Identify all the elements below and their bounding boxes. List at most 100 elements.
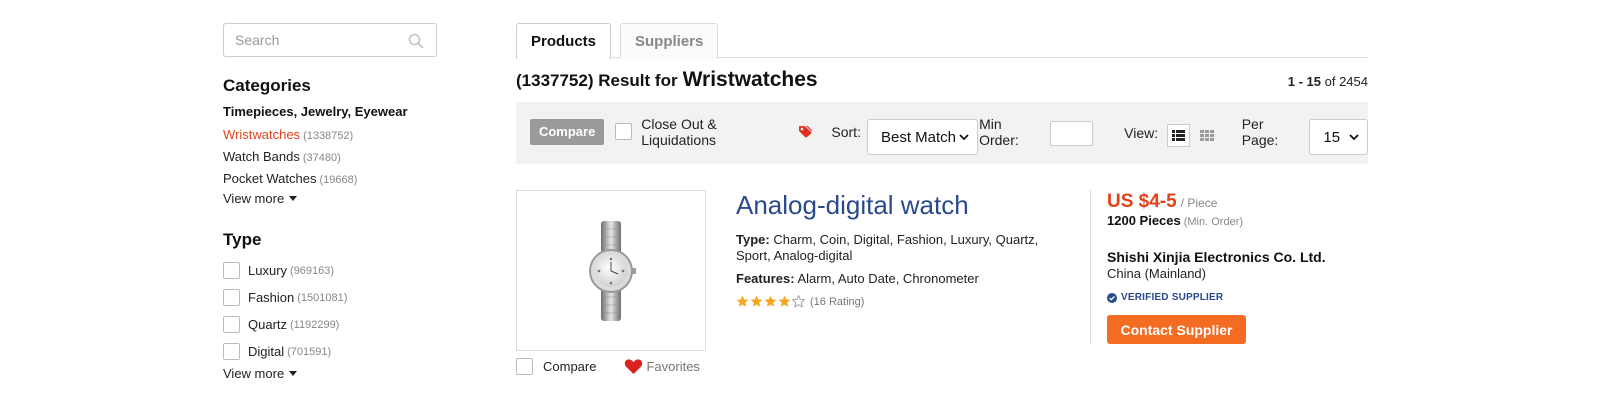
type-filter-digital[interactable]: Digital (701591) — [223, 338, 438, 365]
tab-bar: Products Suppliers — [516, 23, 1368, 59]
heart-icon — [625, 359, 643, 375]
type-checkbox[interactable] — [223, 316, 240, 333]
result-summary: (1337752) Result for Wristwatches 1 - 15 … — [516, 68, 1368, 92]
type-filter-fashion[interactable]: Fashion (1501081) — [223, 284, 438, 311]
pagination-range: 1 - 15 — [1287, 74, 1321, 89]
per-page-value: 15 — [1323, 128, 1341, 146]
category-name: Watch Bands — [223, 149, 300, 164]
category-count: (1338752) — [303, 130, 354, 142]
category-name: Pocket Watches — [223, 171, 317, 186]
min-order-label: Min Order: — [979, 115, 1019, 148]
category-count: (19668) — [319, 174, 358, 186]
pagination-summary: 1 - 15 of 2454 — [1288, 74, 1368, 89]
sidebar: Categories Timepieces, Jewelry, Eyewear … — [223, 23, 438, 383]
min-order-input[interactable] — [1049, 120, 1094, 146]
compare-button[interactable]: Compare — [530, 118, 605, 145]
search-icon[interactable] — [408, 33, 424, 49]
product-compare-checkbox[interactable] — [516, 358, 533, 375]
chevron-down-icon — [959, 134, 969, 141]
min-order-value: 1200 Pieces — [1107, 213, 1181, 228]
caret-down-icon — [289, 196, 298, 201]
view-label: View: — [1124, 124, 1159, 141]
pagination-total: 2454 — [1339, 74, 1368, 89]
star-filled-icon — [750, 295, 763, 307]
verified-supplier-badge: VERIFIED SUPPLIER — [1107, 292, 1368, 303]
type-name: Luxury — [248, 263, 288, 278]
product-features: Features: Alarm, Auto Date, Chronometer — [736, 271, 1066, 287]
type-checkbox[interactable] — [223, 262, 240, 279]
list-view-icon — [1172, 129, 1186, 141]
grid-view-button[interactable] — [1196, 124, 1219, 147]
min-order: 1200 Pieces (Min. Order) — [1107, 213, 1368, 228]
results-toolbar: Compare Close Out & Liquidations Sort: B… — [516, 102, 1368, 164]
type-attr-label: Type: — [736, 232, 770, 247]
product-title[interactable]: Analog-digital watch — [736, 190, 1066, 220]
favorites-button[interactable]: Favorites — [624, 358, 700, 375]
type-view-more[interactable]: View more — [223, 366, 298, 381]
product-compare-label[interactable]: Compare — [543, 359, 596, 374]
per-page-select[interactable]: 15 — [1309, 119, 1368, 155]
favorites-label: Favorites — [646, 359, 700, 374]
type-count: (1501081) — [297, 291, 348, 304]
rating-stars — [736, 295, 806, 308]
star-filled-icon — [778, 295, 791, 307]
type-checkbox[interactable] — [223, 289, 240, 306]
category-item-wristwatches[interactable]: Wristwatches (1338752) — [223, 124, 438, 146]
closeout-filter[interactable]: Close Out & Liquidations — [615, 115, 813, 148]
sort-value: Best Match — [880, 128, 956, 146]
star-filled-icon — [764, 295, 777, 307]
search-input[interactable] — [224, 24, 436, 56]
sort-select[interactable]: Best Match — [866, 119, 979, 155]
type-name: Digital — [248, 344, 285, 359]
verified-label: VERIFIED SUPPLIER — [1121, 292, 1224, 303]
product-price: US $4-5 — [1107, 191, 1177, 212]
product-rating: (16 Rating) — [736, 295, 1066, 308]
search-box — [223, 23, 437, 57]
min-order-suffix: (Min. Order) — [1183, 216, 1244, 228]
type-count: (1192299) — [290, 318, 340, 331]
result-title: (1337752) Result for Wristwatches — [516, 68, 818, 92]
type-name: Fashion — [248, 290, 295, 305]
categories-view-more[interactable]: View more — [223, 191, 298, 206]
closeout-checkbox[interactable] — [615, 123, 633, 140]
grid-view-icon — [1200, 129, 1215, 141]
view-more-label: View more — [223, 191, 285, 206]
wristwatch-image — [589, 220, 636, 321]
product-actions: Compare Favorites — [516, 358, 700, 375]
supplier-location: China (Mainland) — [1107, 266, 1206, 281]
view-more-label: View more — [223, 366, 285, 381]
category-parent[interactable]: Timepieces, Jewelry, Eyewear — [223, 104, 438, 119]
star-empty-icon — [792, 295, 805, 308]
category-item-watch-bands[interactable]: Watch Bands (37480) — [223, 146, 438, 168]
chevron-down-icon — [1349, 134, 1359, 141]
features-attr-value: Alarm, Auto Date, Chronometer — [797, 271, 979, 286]
star-filled-icon — [736, 295, 749, 307]
supplier-panel: US $4-5/ Piece 1200 Pieces (Min. Order) S… — [1090, 190, 1368, 345]
tab-products[interactable]: Products — [516, 23, 612, 59]
category-list: Wristwatches (1338752) Watch Bands (37480)… — [223, 124, 438, 190]
type-attr-value: Charm, Coin, Digital, Fashion, Luxury, Q… — [736, 232, 1039, 263]
category-name: Wristwatches — [223, 127, 301, 142]
check-circle-icon — [1107, 292, 1117, 303]
tag-icon — [798, 125, 813, 138]
category-item-pocket-watches[interactable]: Pocket Watches (19668) — [223, 168, 438, 190]
type-filter-list: Luxury (969163) Fashion (1501081) Quartz (1… — [223, 257, 438, 365]
supplier-name[interactable]: Shishi Xinjia Electronics Co. Ltd. — [1107, 249, 1368, 265]
categories-heading: Categories — [223, 76, 311, 95]
price-unit: / Piece — [1180, 196, 1218, 210]
type-checkbox[interactable] — [223, 343, 240, 360]
result-keyword: Wristwatches — [682, 68, 818, 91]
contact-supplier-button[interactable]: Contact Supplier — [1107, 315, 1246, 344]
sort-label: Sort: — [831, 123, 861, 140]
price-line: US $4-5/ Piece — [1107, 191, 1368, 213]
result-count: (1337752) Result for — [516, 71, 678, 90]
type-filter-luxury[interactable]: Luxury (969163) — [223, 257, 438, 284]
list-view-button[interactable] — [1167, 123, 1190, 147]
type-filter-quartz[interactable]: Quartz (1192299) — [223, 311, 438, 338]
product-image[interactable] — [516, 190, 706, 351]
rating-text: (16 Rating) — [810, 295, 865, 308]
tab-suppliers[interactable]: Suppliers — [620, 23, 719, 59]
closeout-label: Close Out & Liquidations — [641, 115, 717, 148]
type-count: (969163) — [290, 264, 335, 277]
product-info: Analog-digital watch Type: Charm, Coin, … — [736, 190, 1066, 308]
